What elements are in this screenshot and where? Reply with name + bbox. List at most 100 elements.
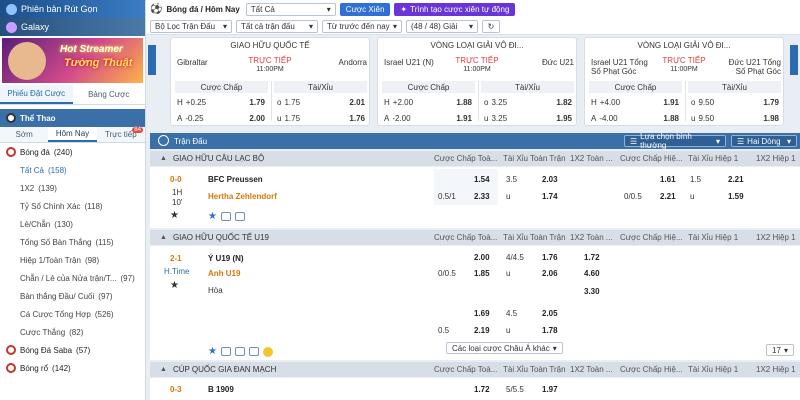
sort-filter[interactable]: Từ trước đến nay ▾ — [322, 19, 402, 33]
live-tv-icon[interactable] — [234, 212, 245, 221]
period-filter[interactable]: Tất cả trận đấu ▾ — [236, 19, 318, 33]
card-handicap-row[interactable]: H +4.00 1.91 — [591, 96, 679, 108]
card-odd[interactable]: 1.91 — [663, 98, 679, 107]
featured-match-card[interactable]: VÒNG LOẠI GIẢI VÔ ĐI... Israel U21 (N) TRỰ… — [377, 37, 577, 126]
parlay-button[interactable]: Cược Xiên — [339, 2, 391, 16]
matches-header: Trận Đấu ☰ Lựa chọn bình thường ▾ ☰ Hai Dòn… — [150, 132, 800, 150]
league-row[interactable]: ▲ GIAO HỮU CÂU LẠC BỘ Cược Chấp Toà... T… — [150, 151, 800, 166]
odd-button[interactable]: 2.21 — [660, 189, 676, 204]
card-odd[interactable]: 1.95 — [556, 114, 572, 123]
card-odd[interactable]: 1.88 — [456, 98, 472, 107]
odd-button[interactable]: 1.97 — [542, 382, 558, 397]
card-handicap-row[interactable]: A -0.25 2.00 — [177, 112, 265, 124]
league-count-select[interactable]: (48 / 48) Giải ▾ — [406, 19, 478, 33]
sidebar-item[interactable]: Cược Thắng (82) — [0, 323, 145, 341]
card-side: A — [591, 113, 597, 123]
odd-button[interactable]: 3.30 — [584, 284, 600, 299]
odd-button[interactable]: 1.74 — [542, 189, 558, 204]
league-row[interactable]: ▲ GIAO HỮU QUỐC TẾ U19 Cược Chấp Toà... … — [150, 230, 800, 245]
tab-bet-list[interactable]: Bảng Cược — [73, 85, 146, 104]
table-icon[interactable] — [248, 347, 259, 356]
lines-select[interactable]: ☰ Hai Dòng ▾ — [731, 135, 797, 147]
odd-button[interactable]: 2.19 — [474, 323, 490, 338]
sidebar-item[interactable]: Tổng Số Bàn Thắng (115) — [0, 233, 145, 251]
card-odd[interactable]: 1.82 — [556, 98, 572, 107]
odd-button[interactable]: 4.60 — [584, 266, 600, 281]
live-tv-icon[interactable] — [234, 347, 245, 356]
more-markets-button[interactable]: Các loại cược Châu Á khác ▾ — [446, 342, 563, 354]
card-handicap-row[interactable]: H +2.00 1.88 — [384, 96, 472, 108]
odd-button[interactable]: 2.33 — [474, 189, 490, 204]
auto-parlay-button[interactable]: ✦ Trình tạo cược xiên tự động — [394, 2, 516, 16]
odd-button[interactable]: 1.85 — [474, 266, 490, 281]
odd-button[interactable]: 1.72 — [474, 382, 490, 397]
next-arrow-icon[interactable] — [790, 45, 798, 75]
card-away-team: Đức U21 — [541, 58, 574, 67]
card-handicap-row[interactable]: A -4.00 1.88 — [591, 112, 679, 124]
promo-galaxy[interactable]: Galaxy — [0, 18, 145, 36]
more-count-select[interactable]: 17 ▾ — [766, 344, 794, 356]
sidebar-item[interactable]: Bóng đá (240) — [0, 143, 145, 161]
card-ou-row[interactable]: o 1.75 2.01 — [277, 96, 365, 108]
card-odd[interactable]: 1.76 — [349, 114, 365, 123]
odd-button[interactable]: 1.54 — [474, 172, 490, 187]
odd-button[interactable]: 1.69 — [474, 306, 490, 321]
card-ou-row[interactable]: u 1.75 1.76 — [277, 112, 365, 124]
sidebar-item[interactable]: Lẻ/Chẵn (130) — [0, 215, 145, 233]
favorite-icon[interactable]: ★ — [208, 211, 217, 222]
odd-button[interactable]: 1.72 — [584, 250, 600, 265]
odd-button[interactable]: 1.76 — [542, 250, 558, 265]
card-ou-row[interactable]: u 3.25 1.95 — [484, 112, 572, 124]
col-ft-overunder: Tài Xỉu Toàn Trận — [503, 365, 566, 374]
tab-live[interactable]: Trực tiếp 84 — [97, 127, 145, 142]
sidebar-item[interactable]: Tỷ Số Chính Xác (118) — [0, 197, 145, 215]
sidebar-item[interactable]: Bóng rổ (142) — [0, 359, 145, 377]
sidebar-item[interactable]: Hiệp 1/Toàn Trận (98) — [0, 251, 145, 269]
card-handicap-row[interactable]: H +0.25 1.79 — [177, 96, 265, 108]
refresh-button[interactable]: ↻ — [482, 19, 500, 33]
odd-button[interactable]: 2.00 — [474, 250, 490, 265]
featured-match-card[interactable]: VÒNG LOẠI GIẢI VÔ ĐI... Israel U21 Tổng S… — [584, 37, 784, 126]
card-odd[interactable]: 2.01 — [349, 98, 365, 107]
favorite-icon[interactable]: ★ — [208, 346, 217, 357]
streamer-banner[interactable]: Hot Streamer Tường Thuật — [2, 38, 143, 83]
sidebar-item[interactable]: Bàn thắng Đầu/ Cuối (97) — [0, 287, 145, 305]
sidebar-item[interactable]: Bóng Đá Saba (57) — [0, 341, 145, 359]
sidebar-item[interactable]: Cá Cược Tổng Hợp (526) — [0, 305, 145, 323]
promo-lite-version[interactable]: Phiên bản Rút Gọn — [0, 0, 145, 18]
odd-button[interactable]: 2.06 — [542, 266, 558, 281]
favorite-star-icon[interactable]: ★ — [170, 278, 179, 293]
sidebar-item[interactable]: Tất Cả (158) — [0, 161, 145, 179]
sidebar-item[interactable]: 1X2 (139) — [0, 179, 145, 197]
card-ou-row[interactable]: o 9.50 1.79 — [691, 96, 779, 108]
featured-match-card[interactable]: GIAO HỮU QUỐC TẾ Gibraltar TRỰC TIẾP 11:00P… — [170, 37, 370, 126]
odd-button[interactable]: 1.59 — [728, 189, 744, 204]
tab-early[interactable]: Sớm — [0, 127, 48, 142]
league-filter[interactable]: Bộ Lọc Trận Đấu ▾ — [150, 19, 232, 33]
tab-today[interactable]: Hôm Nay — [48, 127, 97, 142]
card-odd[interactable]: 1.98 — [763, 114, 779, 123]
prev-arrow-icon[interactable] — [148, 45, 156, 75]
market-select[interactable]: Tất Cả ▾ — [245, 2, 336, 16]
card-odd[interactable]: 2.00 — [249, 114, 265, 123]
card-odd[interactable]: 1.79 — [763, 98, 779, 107]
odd-button[interactable]: 2.03 — [542, 172, 558, 187]
odd-button[interactable]: 2.21 — [728, 172, 744, 187]
odd-button[interactable]: 2.05 — [542, 306, 558, 321]
card-ou-row[interactable]: o 3.25 1.82 — [484, 96, 572, 108]
card-odd[interactable]: 1.91 — [456, 114, 472, 123]
stats-icon[interactable] — [220, 212, 231, 221]
card-odd[interactable]: 1.88 — [663, 114, 679, 123]
odds-type-select[interactable]: ☰ Lựa chọn bình thường ▾ — [624, 132, 726, 150]
card-handicap-row[interactable]: A -2.00 1.91 — [384, 112, 472, 124]
stats-icon[interactable] — [220, 347, 231, 356]
tab-bet-slip[interactable]: Phiếu Đặt Cược — [0, 85, 73, 104]
odd-button[interactable]: 1.61 — [660, 172, 676, 187]
card-odd[interactable]: 1.79 — [249, 98, 265, 107]
odd-button[interactable]: 1.78 — [542, 323, 558, 338]
league-row[interactable]: ▲ CÚP QUỐC GIA ĐAN MẠCH Cược Chấp Toà...… — [150, 362, 800, 377]
favorite-star-icon[interactable]: ★ — [170, 208, 179, 223]
sidebar-item[interactable]: Chẵn / Lẻ của Nửa trận/T... (97) — [0, 269, 145, 287]
coin-icon[interactable] — [262, 346, 273, 357]
card-ou-row[interactable]: u 9.50 1.98 — [691, 112, 779, 124]
